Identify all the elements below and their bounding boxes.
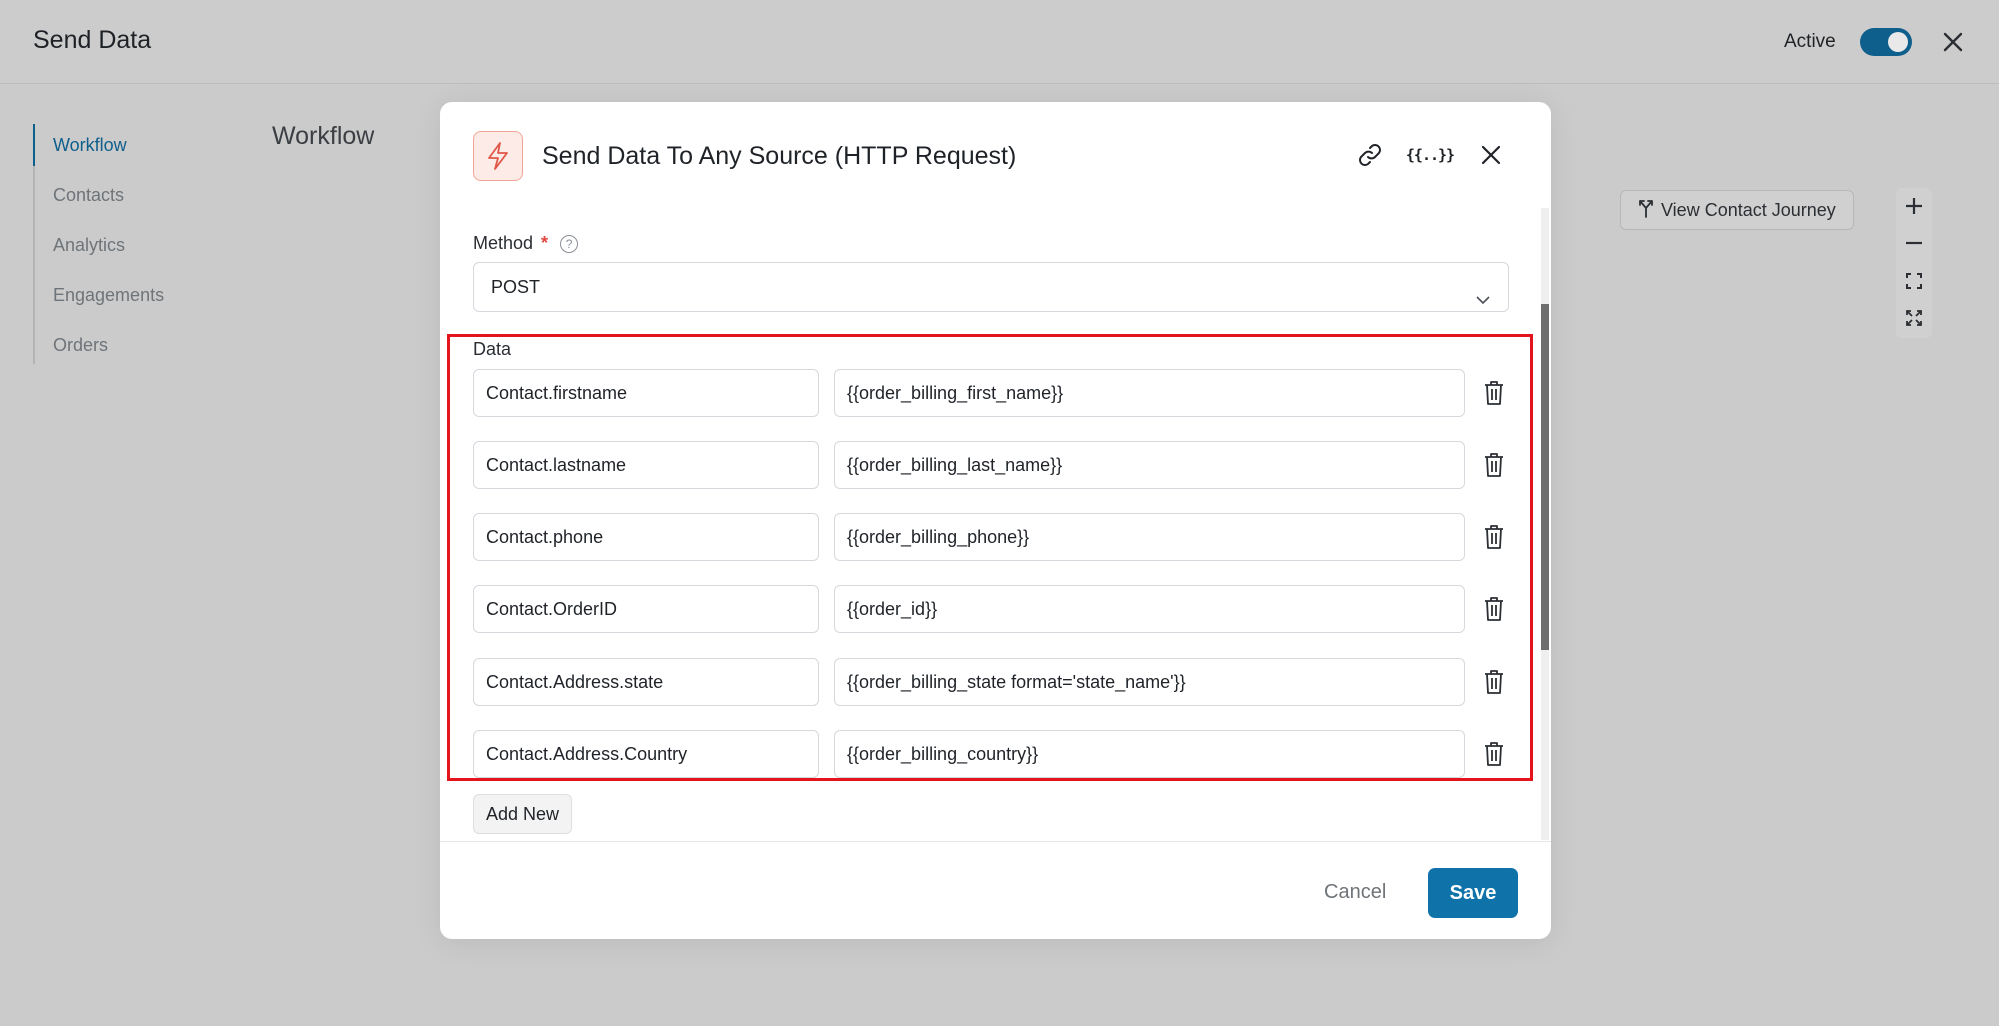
active-label: Active — [1784, 31, 1836, 52]
data-key-input[interactable]: Contact.OrderID — [473, 585, 819, 633]
modal-title: Send Data To Any Source (HTTP Request) — [542, 142, 1017, 170]
toggle-knob — [1888, 32, 1908, 52]
minus-icon[interactable] — [1900, 229, 1928, 257]
trash-icon[interactable] — [1480, 595, 1508, 623]
method-label-row: Method * ? — [473, 233, 579, 254]
data-row: Contact.lastname {{order_billing_last_na… — [473, 441, 1513, 489]
trash-icon[interactable] — [1480, 668, 1508, 696]
variables-icon[interactable]: {{..}} — [1406, 138, 1455, 172]
canvas-title: Workflow — [272, 122, 375, 150]
trash-icon[interactable] — [1480, 740, 1508, 768]
fit-screen-icon[interactable] — [1900, 267, 1928, 295]
data-key-input[interactable]: Contact.firstname — [473, 369, 819, 417]
cancel-button[interactable]: Cancel — [1312, 868, 1398, 916]
sidebar-item-workflow[interactable]: Workflow — [32, 124, 164, 174]
modal-header: Send Data To Any Source (HTTP Request) {… — [440, 102, 1551, 206]
data-row: Contact.OrderID {{order_id}} — [473, 585, 1513, 633]
zoom-controls — [1896, 188, 1932, 338]
required-marker: * — [541, 233, 549, 253]
close-icon[interactable] — [1938, 27, 1968, 57]
add-new-button[interactable]: Add New — [473, 794, 573, 834]
scrollbar-thumb[interactable] — [1541, 304, 1549, 650]
data-label: Data — [473, 339, 512, 359]
data-value-input[interactable]: {{order_billing_first_name}} — [834, 369, 1465, 417]
sidebar-item-engagements[interactable]: Engagements — [35, 274, 164, 324]
data-value-input[interactable]: {{order_billing_state format='state_name… — [834, 658, 1465, 706]
sidebar-item-analytics[interactable]: Analytics — [35, 224, 164, 274]
plus-icon[interactable] — [1900, 192, 1928, 220]
method-label: Method — [473, 233, 534, 253]
close-icon[interactable] — [1474, 138, 1508, 172]
view-contact-journey-label: View Contact Journey — [1661, 199, 1836, 220]
branch-icon — [1637, 198, 1655, 223]
save-button[interactable]: Save — [1428, 868, 1518, 918]
expand-icon[interactable] — [1900, 304, 1928, 332]
data-key-input[interactable]: Contact.lastname — [473, 441, 819, 489]
method-select-value: POST — [491, 277, 541, 297]
bolt-icon — [473, 131, 523, 181]
sidebar-nav: Workflow Contacts Analytics Engagements … — [32, 124, 164, 364]
chevron-down-icon — [1474, 279, 1492, 305]
data-value-input[interactable]: {{order_billing_phone}} — [834, 513, 1465, 561]
http-request-modal: Send Data To Any Source (HTTP Request) {… — [440, 102, 1551, 939]
data-value-input[interactable]: {{order_id}} — [834, 585, 1465, 633]
data-row: Contact.firstname {{order_billing_first_… — [473, 369, 1513, 417]
trash-icon[interactable] — [1480, 451, 1508, 479]
sidebar-item-orders[interactable]: Orders — [35, 324, 164, 374]
modal-scrollbar[interactable] — [1541, 208, 1549, 840]
help-icon[interactable]: ? — [560, 234, 579, 253]
top-bar: Send Data Active — [0, 0, 1999, 84]
data-value-input[interactable]: {{order_billing_country}} — [834, 730, 1465, 778]
active-toggle[interactable] — [1860, 28, 1912, 56]
trash-icon[interactable] — [1480, 523, 1508, 551]
data-key-input[interactable]: Contact.Address.Country — [473, 730, 819, 778]
trash-icon[interactable] — [1480, 379, 1508, 407]
data-row: Contact.phone {{order_billing_phone}} — [473, 513, 1513, 561]
sidebar-item-contacts[interactable]: Contacts — [35, 174, 164, 224]
data-row: Contact.Address.state {{order_billing_st… — [473, 658, 1513, 706]
method-select[interactable]: POST — [473, 262, 1509, 312]
data-value-input[interactable]: {{order_billing_last_name}} — [834, 441, 1465, 489]
data-row: Contact.Address.Country {{order_billing_… — [473, 730, 1513, 778]
app-title: Send Data — [33, 26, 152, 54]
data-key-input[interactable]: Contact.phone — [473, 513, 819, 561]
modal-footer: Cancel Save — [440, 841, 1551, 939]
data-key-input[interactable]: Contact.Address.state — [473, 658, 819, 706]
view-contact-journey-button[interactable]: View Contact Journey — [1620, 190, 1854, 230]
link-icon[interactable] — [1353, 138, 1387, 172]
